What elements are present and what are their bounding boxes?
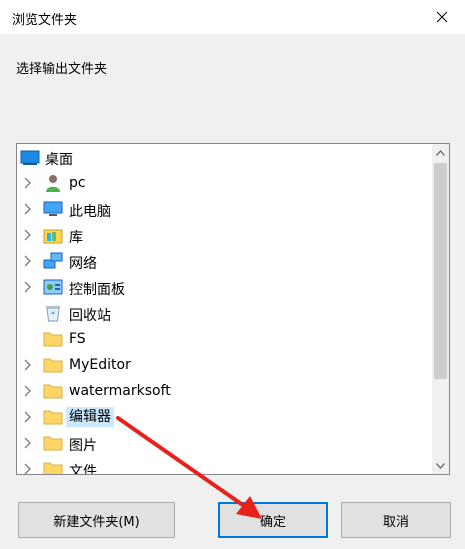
chevron-down-icon	[436, 462, 445, 469]
tree-item-label: 桌面	[45, 152, 73, 168]
control-panel-icon	[43, 278, 63, 296]
new-folder-button[interactable]: 新建文件夹(M)	[18, 502, 175, 538]
tree-item-label: 库	[69, 230, 83, 246]
chevron-right-icon[interactable]	[22, 228, 34, 242]
chevron-right-icon[interactable]	[22, 358, 34, 372]
tree-item-label: 图片	[69, 438, 97, 454]
folder-icon	[43, 408, 63, 426]
tree-item[interactable]: 编辑器	[17, 404, 429, 430]
tree-item-label: 控制面板	[69, 282, 125, 298]
tree-item-label: MyEditor	[69, 357, 131, 373]
tree-item-label: 回收站	[69, 308, 111, 324]
tree-item-label: watermarksoft	[69, 383, 171, 399]
tree-item-label: 文件	[69, 464, 97, 475]
scroll-up-button[interactable]	[432, 144, 449, 161]
chevron-right-icon[interactable]	[22, 202, 34, 216]
tree-item[interactable]: 此电脑	[17, 196, 429, 222]
folder-icon	[43, 382, 63, 400]
ok-button[interactable]: 确定	[218, 502, 328, 538]
chevron-right-icon[interactable]	[22, 462, 34, 474]
library-icon	[43, 226, 63, 244]
tree-item-label: 网络	[69, 256, 97, 272]
folder-icon	[43, 434, 63, 452]
title-bar: 浏览文件夹	[0, 0, 465, 34]
folder-icon	[43, 330, 63, 348]
cancel-button[interactable]: 取消	[341, 502, 451, 538]
chevron-up-icon	[436, 149, 445, 156]
computer-icon	[43, 200, 63, 218]
tree-item-label: pc	[69, 175, 86, 191]
chevron-right-icon[interactable]	[22, 254, 34, 268]
dialog-prompt: 选择输出文件夹	[16, 62, 108, 77]
scroll-thumb[interactable]	[434, 163, 447, 379]
desktop-icon	[20, 148, 40, 166]
chevron-right-icon[interactable]	[22, 280, 34, 294]
tree-item[interactable]: pc	[17, 170, 429, 196]
network-icon	[43, 252, 63, 270]
tree-item-label: FS	[69, 331, 86, 347]
folder-tree[interactable]: 桌面 pc 此电脑库网络控制面板回收站 FS MyEditor watermarksof…	[16, 143, 450, 475]
tree-item-label: 此电脑	[69, 204, 111, 220]
tree-item[interactable]: watermarksoft	[17, 378, 429, 404]
tree-item[interactable]: 库	[17, 222, 429, 248]
close-icon	[436, 11, 448, 23]
scroll-down-button[interactable]	[432, 457, 449, 474]
vertical-scrollbar[interactable]	[432, 144, 449, 474]
tree-item-desktop[interactable]: 桌面	[17, 144, 429, 170]
tree-item[interactable]: 文件	[17, 456, 429, 475]
folder-icon	[43, 460, 63, 474]
tree-item-label: 编辑器	[66, 407, 114, 427]
tree-item[interactable]: 图片	[17, 430, 429, 456]
user-icon	[43, 174, 63, 192]
tree-item[interactable]: 回收站	[17, 300, 429, 326]
close-button[interactable]	[419, 0, 465, 34]
tree-item[interactable]: 网络	[17, 248, 429, 274]
tree-item[interactable]: FS	[17, 326, 429, 352]
folder-icon	[43, 356, 63, 374]
dialog-title: 浏览文件夹	[12, 13, 78, 28]
tree-item[interactable]: 控制面板	[17, 274, 429, 300]
chevron-right-icon[interactable]	[22, 410, 34, 424]
chevron-right-icon[interactable]	[22, 436, 34, 450]
chevron-right-icon[interactable]	[22, 176, 34, 190]
chevron-right-icon[interactable]	[22, 384, 34, 398]
recycle-bin-icon	[43, 304, 63, 322]
tree-item[interactable]: MyEditor	[17, 352, 429, 378]
